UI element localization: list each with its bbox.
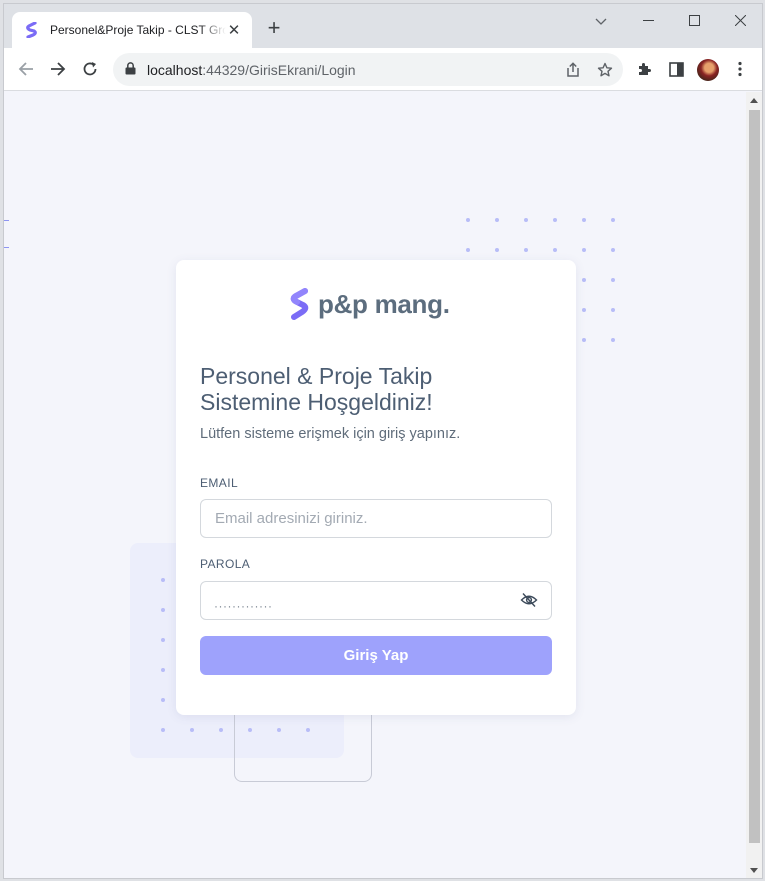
password-label: PAROLA: [200, 557, 251, 571]
forward-button[interactable]: [45, 56, 71, 82]
address-bar[interactable]: localhost:44329/GirisEkrani/Login: [113, 53, 623, 86]
decor-dot: [190, 728, 194, 732]
page-title: Personel & Proje Takip Sistemine Hoşgeld…: [200, 363, 540, 415]
decor-dot: [495, 218, 499, 222]
scroll-thumb[interactable]: [749, 110, 760, 843]
decor-dot: [161, 668, 165, 672]
browser-tab[interactable]: Personel&Proje Takip - CLST Group ✕: [12, 12, 252, 48]
decor-dot: [611, 338, 615, 342]
decor-dot: [466, 248, 470, 252]
edge-fragment: [4, 220, 9, 221]
share-icon[interactable]: [563, 60, 583, 80]
decor-dot: [466, 218, 470, 222]
email-field[interactable]: [200, 499, 552, 538]
tab-close-icon[interactable]: ✕: [226, 21, 242, 39]
menu-kebab-icon[interactable]: [727, 56, 753, 82]
close-window-button[interactable]: [729, 10, 751, 32]
maximize-button[interactable]: [683, 10, 705, 32]
url-path: :44329/GirisEkrani/Login: [202, 61, 356, 78]
decor-dot: [611, 248, 615, 252]
scroll-up-arrow-icon[interactable]: [750, 98, 758, 103]
decor-dot: [219, 728, 223, 732]
title-line-2: Sistemine Hoşgeldiniz!: [200, 389, 433, 415]
scroll-down-arrow-icon[interactable]: [750, 868, 758, 873]
lock-icon[interactable]: [125, 62, 136, 80]
brand-name: p&p mang.: [318, 288, 450, 319]
decor-dot: [495, 248, 499, 252]
decor-dot: [553, 248, 557, 252]
favicon-icon: [24, 22, 40, 38]
decor-outline: [234, 706, 372, 782]
extensions-icon[interactable]: [631, 56, 657, 82]
reload-button[interactable]: [77, 56, 103, 82]
page-viewport: p&p mang. Personel & Proje Takip Sistemi…: [4, 92, 745, 878]
password-mask: ·············: [214, 599, 273, 613]
new-tab-button[interactable]: +: [262, 17, 286, 41]
decor-dot: [582, 218, 586, 222]
decor-dot: [582, 308, 586, 312]
toggle-password-visibility-icon[interactable]: [520, 591, 538, 609]
decor-dot: [582, 278, 586, 282]
minimize-button[interactable]: [637, 10, 659, 32]
back-button[interactable]: [13, 56, 39, 82]
decor-dot: [161, 608, 165, 612]
logo-s-icon: [290, 288, 309, 320]
login-button[interactable]: Giriş Yap: [200, 636, 552, 675]
profile-avatar[interactable]: [697, 59, 719, 81]
browser-toolbar: localhost:44329/GirisEkrani/Login: [4, 48, 762, 91]
brand-logo: p&p mang.: [288, 288, 450, 320]
side-panel-icon[interactable]: [663, 56, 689, 82]
browser-window: Personel&Proje Takip - CLST Group ✕ + lo…: [3, 3, 763, 879]
tab-title: Personel&Proje Takip - CLST Group: [50, 23, 226, 37]
title-line-1: Personel & Proje Takip: [200, 363, 433, 389]
decor-dot: [611, 278, 615, 282]
decor-dot: [161, 578, 165, 582]
decor-dot: [161, 728, 165, 732]
edge-fragment: [4, 247, 9, 248]
decor-dot: [611, 218, 615, 222]
decor-dot: [553, 218, 557, 222]
url-host: localhost: [147, 61, 203, 78]
decor-dot: [611, 308, 615, 312]
email-label: EMAIL: [200, 476, 239, 490]
decor-dot: [161, 638, 165, 642]
url-text: localhost:44329/GirisEkrani/Login: [147, 62, 356, 78]
scrollbar[interactable]: [746, 92, 762, 878]
decor-dot: [524, 218, 528, 222]
bookmark-star-icon[interactable]: [595, 60, 615, 80]
decor-dot: [582, 338, 586, 342]
tab-strip: Personel&Proje Takip - CLST Group ✕ +: [4, 4, 762, 48]
decor-dot: [161, 698, 165, 702]
tab-search-icon[interactable]: [590, 10, 612, 32]
decor-dot: [524, 248, 528, 252]
login-card: p&p mang. Personel & Proje Takip Sistemi…: [176, 260, 576, 715]
login-instructions: Lütfen sisteme erişmek için giriş yapını…: [200, 426, 461, 442]
decor-dot: [582, 248, 586, 252]
